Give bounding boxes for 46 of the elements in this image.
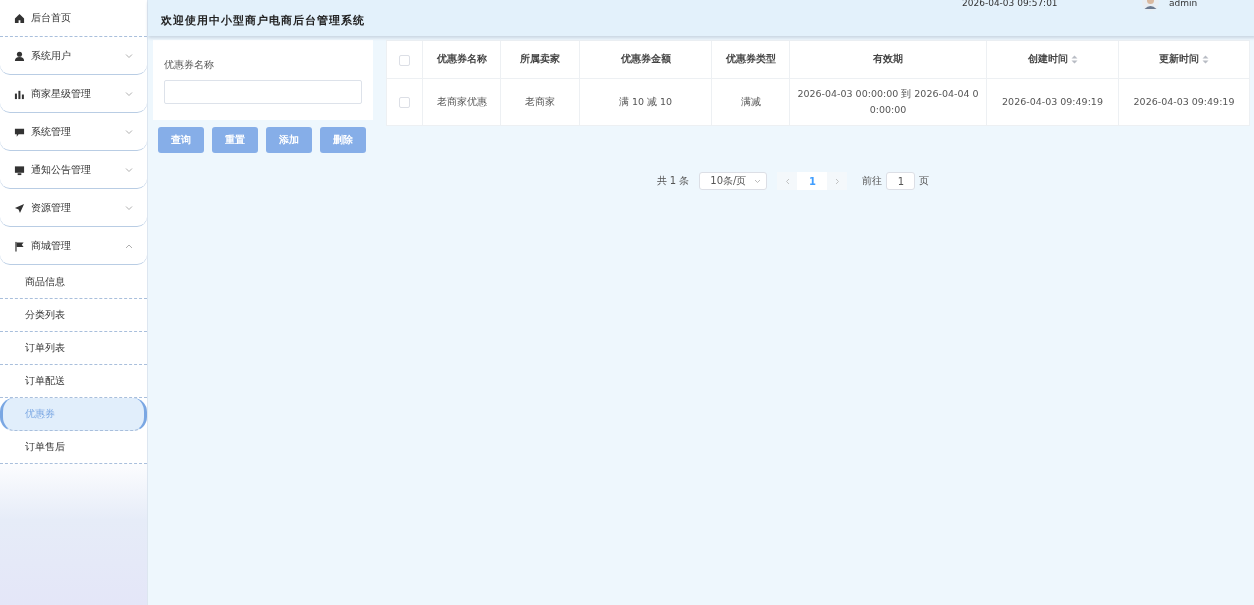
sort-icon[interactable]	[1202, 55, 1209, 64]
user-icon	[14, 50, 25, 62]
table-cell: 2026-04-03 09:49:19	[986, 78, 1119, 126]
goto-label: 前往	[862, 174, 883, 188]
table-cell: 老商家优惠	[422, 78, 501, 126]
home-icon	[14, 12, 25, 24]
user-name[interactable]: admin	[1169, 0, 1198, 8]
chevron-down-icon	[125, 53, 133, 59]
chevron-up-icon	[125, 243, 133, 249]
column-header: 优惠券名称	[422, 40, 501, 79]
flag-icon	[14, 240, 25, 252]
chevron-down-icon	[125, 205, 133, 211]
page-title: 欢迎使用中小型商户电商后台管理系统	[161, 13, 365, 28]
monitor-icon	[14, 164, 25, 176]
chevron-down-icon	[125, 167, 133, 173]
checkbox[interactable]	[399, 54, 410, 66]
chevron-down-icon	[125, 91, 133, 97]
table-cell: 老商家	[500, 78, 580, 126]
page-size-select[interactable]: 10条/页	[699, 172, 768, 190]
column-header[interactable]: 更新时间	[1118, 40, 1250, 79]
column-header: 有效期	[789, 40, 987, 79]
input-field[interactable]	[164, 80, 362, 104]
chevron-down-icon	[754, 178, 762, 184]
table-cell: 2026-04-03 09:49:19	[1118, 78, 1250, 126]
table-cell: 满 10 减 10	[579, 78, 712, 126]
prev-page-button[interactable]	[777, 172, 798, 190]
field-label: 优惠券名称	[164, 59, 215, 72]
total-count: 共 1 条	[656, 174, 690, 188]
chevron-left-icon	[784, 177, 790, 185]
current-time: 2026-04-03 09:57:01	[962, 0, 1058, 8]
chevron-right-icon	[834, 177, 840, 185]
column-header: 所属卖家	[500, 40, 580, 79]
next-page-button[interactable]	[827, 172, 848, 190]
column-header[interactable]: 创建时间	[986, 40, 1119, 79]
checkbox[interactable]	[399, 97, 410, 108]
chevron-down-icon	[125, 129, 133, 135]
table-cell: 满减	[711, 78, 790, 126]
bar-chart-icon	[14, 88, 25, 100]
page-suffix: 页	[919, 174, 930, 188]
table-cell: 2026-04-03 00:00:00 到 2026-04-04 00:00:00	[789, 78, 987, 126]
column-header: 优惠券类型	[711, 40, 790, 79]
column-header: 优惠券金额	[579, 40, 712, 79]
chat-bubble-icon	[14, 126, 25, 138]
paper-plane-icon	[14, 202, 25, 214]
sort-icon[interactable]	[1070, 55, 1078, 64]
page-input[interactable]: 1	[886, 172, 916, 190]
